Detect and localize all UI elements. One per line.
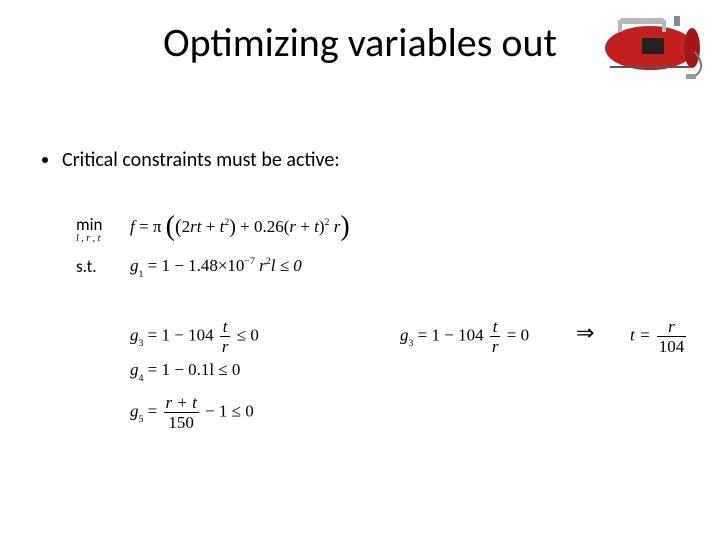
eq-t-solution: t = r104 <box>630 318 688 355</box>
label-min: min l , r , t <box>76 214 102 244</box>
eq-g3-active: g3 = 1 − 104 tr = 0 <box>400 318 529 355</box>
bullet-dot-icon <box>42 157 48 163</box>
bullet-text: Critical constraints must be active: <box>62 148 340 172</box>
tank-image <box>600 10 710 85</box>
bullet-item: Critical constraints must be active: <box>42 148 340 172</box>
eq-g5: g5 = r + t150 − 1 ≤ 0 <box>130 394 254 431</box>
eq-g3: g3 = 1 − 104 tr ≤ 0 <box>130 318 259 355</box>
slide: Optimizing variables out Critical constr… <box>0 0 720 540</box>
label-st: s.t. <box>76 256 97 277</box>
eq-g4: g4 = 1 − 0.1l ≤ 0 <box>130 360 240 382</box>
eq-objective: f = π ((2rt + t2) + 0.26(r + t)2 r) <box>130 212 350 244</box>
implies-arrow-icon: ⇒ <box>576 320 594 346</box>
eq-g1: g1 = 1 − 1.48×10−7 r2l ≤ 0 <box>130 256 302 278</box>
